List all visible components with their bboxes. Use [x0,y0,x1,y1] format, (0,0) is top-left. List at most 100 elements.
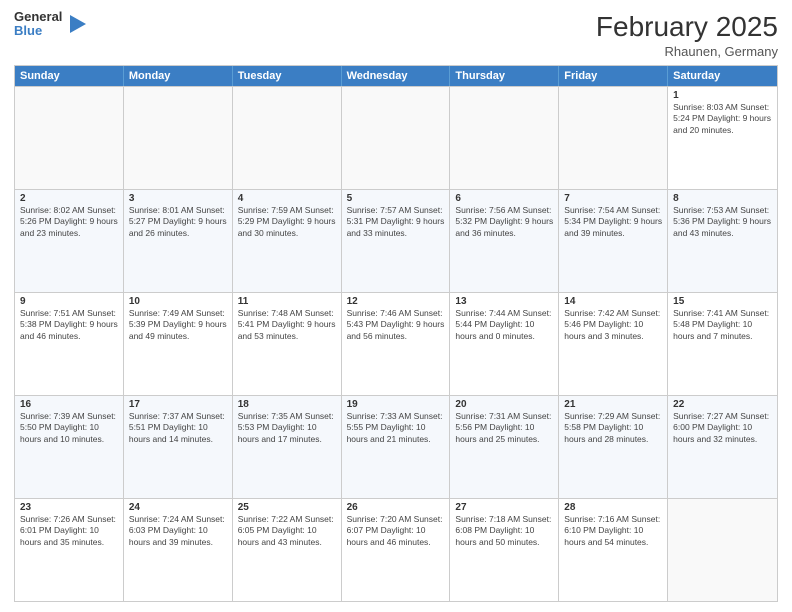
header-wednesday: Wednesday [342,66,451,86]
day-28: 28Sunrise: 7:16 AM Sunset: 6:10 PM Dayli… [559,499,668,601]
subtitle: Rhaunen, Germany [596,44,778,59]
day-info-19: Sunrise: 7:33 AM Sunset: 5:55 PM Dayligh… [347,411,445,445]
day-number-8: 8 [673,193,772,204]
day-25: 25Sunrise: 7:22 AM Sunset: 6:05 PM Dayli… [233,499,342,601]
empty-cell-0-0 [15,87,124,189]
day-info-15: Sunrise: 7:41 AM Sunset: 5:48 PM Dayligh… [673,308,772,342]
day-number-1: 1 [673,90,772,101]
day-7: 7Sunrise: 7:54 AM Sunset: 5:34 PM Daylig… [559,190,668,292]
day-3: 3Sunrise: 8:01 AM Sunset: 5:27 PM Daylig… [124,190,233,292]
day-14: 14Sunrise: 7:42 AM Sunset: 5:46 PM Dayli… [559,293,668,395]
day-5: 5Sunrise: 7:57 AM Sunset: 5:31 PM Daylig… [342,190,451,292]
day-number-28: 28 [564,502,662,513]
day-number-2: 2 [20,193,118,204]
day-info-25: Sunrise: 7:22 AM Sunset: 6:05 PM Dayligh… [238,514,336,548]
day-info-27: Sunrise: 7:18 AM Sunset: 6:08 PM Dayligh… [455,514,553,548]
day-13: 13Sunrise: 7:44 AM Sunset: 5:44 PM Dayli… [450,293,559,395]
day-info-6: Sunrise: 7:56 AM Sunset: 5:32 PM Dayligh… [455,205,553,239]
day-26: 26Sunrise: 7:20 AM Sunset: 6:07 PM Dayli… [342,499,451,601]
day-info-10: Sunrise: 7:49 AM Sunset: 5:39 PM Dayligh… [129,308,227,342]
week-row-1: 2Sunrise: 8:02 AM Sunset: 5:26 PM Daylig… [15,189,777,292]
logo: General Blue [14,10,88,39]
calendar: SundayMondayTuesdayWednesdayThursdayFrid… [14,65,778,602]
day-8: 8Sunrise: 7:53 AM Sunset: 5:36 PM Daylig… [668,190,777,292]
day-number-25: 25 [238,502,336,513]
day-1: 1Sunrise: 8:03 AM Sunset: 5:24 PM Daylig… [668,87,777,189]
day-number-15: 15 [673,296,772,307]
day-info-1: Sunrise: 8:03 AM Sunset: 5:24 PM Dayligh… [673,102,772,136]
day-number-11: 11 [238,296,336,307]
day-info-8: Sunrise: 7:53 AM Sunset: 5:36 PM Dayligh… [673,205,772,239]
header-thursday: Thursday [450,66,559,86]
day-info-11: Sunrise: 7:48 AM Sunset: 5:41 PM Dayligh… [238,308,336,342]
week-row-4: 23Sunrise: 7:26 AM Sunset: 6:01 PM Dayli… [15,498,777,601]
week-row-2: 9Sunrise: 7:51 AM Sunset: 5:38 PM Daylig… [15,292,777,395]
day-16: 16Sunrise: 7:39 AM Sunset: 5:50 PM Dayli… [15,396,124,498]
empty-cell-0-1 [124,87,233,189]
day-number-21: 21 [564,399,662,410]
header: General Blue February 2025 Rhaunen, Germ… [14,10,778,59]
empty-cell-4-6 [668,499,777,601]
logo-blue: Blue [14,24,62,38]
calendar-body: 1Sunrise: 8:03 AM Sunset: 5:24 PM Daylig… [15,86,777,601]
day-number-10: 10 [129,296,227,307]
day-19: 19Sunrise: 7:33 AM Sunset: 5:55 PM Dayli… [342,396,451,498]
day-info-20: Sunrise: 7:31 AM Sunset: 5:56 PM Dayligh… [455,411,553,445]
title-block: February 2025 Rhaunen, Germany [596,10,778,59]
day-info-24: Sunrise: 7:24 AM Sunset: 6:03 PM Dayligh… [129,514,227,548]
day-number-6: 6 [455,193,553,204]
day-info-13: Sunrise: 7:44 AM Sunset: 5:44 PM Dayligh… [455,308,553,342]
day-number-13: 13 [455,296,553,307]
day-20: 20Sunrise: 7:31 AM Sunset: 5:56 PM Dayli… [450,396,559,498]
day-number-17: 17 [129,399,227,410]
day-number-23: 23 [20,502,118,513]
empty-cell-0-3 [342,87,451,189]
day-info-14: Sunrise: 7:42 AM Sunset: 5:46 PM Dayligh… [564,308,662,342]
day-info-3: Sunrise: 8:01 AM Sunset: 5:27 PM Dayligh… [129,205,227,239]
logo-general: General [14,10,62,24]
day-21: 21Sunrise: 7:29 AM Sunset: 5:58 PM Dayli… [559,396,668,498]
day-23: 23Sunrise: 7:26 AM Sunset: 6:01 PM Dayli… [15,499,124,601]
header-monday: Monday [124,66,233,86]
day-27: 27Sunrise: 7:18 AM Sunset: 6:08 PM Dayli… [450,499,559,601]
empty-cell-0-2 [233,87,342,189]
day-info-2: Sunrise: 8:02 AM Sunset: 5:26 PM Dayligh… [20,205,118,239]
day-info-12: Sunrise: 7:46 AM Sunset: 5:43 PM Dayligh… [347,308,445,342]
day-number-24: 24 [129,502,227,513]
day-15: 15Sunrise: 7:41 AM Sunset: 5:48 PM Dayli… [668,293,777,395]
day-info-7: Sunrise: 7:54 AM Sunset: 5:34 PM Dayligh… [564,205,662,239]
header-saturday: Saturday [668,66,777,86]
day-number-22: 22 [673,399,772,410]
day-24: 24Sunrise: 7:24 AM Sunset: 6:03 PM Dayli… [124,499,233,601]
week-row-0: 1Sunrise: 8:03 AM Sunset: 5:24 PM Daylig… [15,86,777,189]
day-info-26: Sunrise: 7:20 AM Sunset: 6:07 PM Dayligh… [347,514,445,548]
day-number-7: 7 [564,193,662,204]
header-friday: Friday [559,66,668,86]
day-number-27: 27 [455,502,553,513]
day-22: 22Sunrise: 7:27 AM Sunset: 6:00 PM Dayli… [668,396,777,498]
day-number-26: 26 [347,502,445,513]
day-info-18: Sunrise: 7:35 AM Sunset: 5:53 PM Dayligh… [238,411,336,445]
day-info-4: Sunrise: 7:59 AM Sunset: 5:29 PM Dayligh… [238,205,336,239]
day-number-12: 12 [347,296,445,307]
day-11: 11Sunrise: 7:48 AM Sunset: 5:41 PM Dayli… [233,293,342,395]
calendar-header: SundayMondayTuesdayWednesdayThursdayFrid… [15,66,777,86]
day-12: 12Sunrise: 7:46 AM Sunset: 5:43 PM Dayli… [342,293,451,395]
day-info-5: Sunrise: 7:57 AM Sunset: 5:31 PM Dayligh… [347,205,445,239]
day-info-16: Sunrise: 7:39 AM Sunset: 5:50 PM Dayligh… [20,411,118,445]
day-10: 10Sunrise: 7:49 AM Sunset: 5:39 PM Dayli… [124,293,233,395]
day-info-22: Sunrise: 7:27 AM Sunset: 6:00 PM Dayligh… [673,411,772,445]
day-2: 2Sunrise: 8:02 AM Sunset: 5:26 PM Daylig… [15,190,124,292]
week-row-3: 16Sunrise: 7:39 AM Sunset: 5:50 PM Dayli… [15,395,777,498]
day-18: 18Sunrise: 7:35 AM Sunset: 5:53 PM Dayli… [233,396,342,498]
header-tuesday: Tuesday [233,66,342,86]
day-number-5: 5 [347,193,445,204]
day-number-16: 16 [20,399,118,410]
day-number-9: 9 [20,296,118,307]
day-6: 6Sunrise: 7:56 AM Sunset: 5:32 PM Daylig… [450,190,559,292]
day-number-19: 19 [347,399,445,410]
day-info-21: Sunrise: 7:29 AM Sunset: 5:58 PM Dayligh… [564,411,662,445]
day-info-9: Sunrise: 7:51 AM Sunset: 5:38 PM Dayligh… [20,308,118,342]
page: General Blue February 2025 Rhaunen, Germ… [0,0,792,612]
day-number-20: 20 [455,399,553,410]
